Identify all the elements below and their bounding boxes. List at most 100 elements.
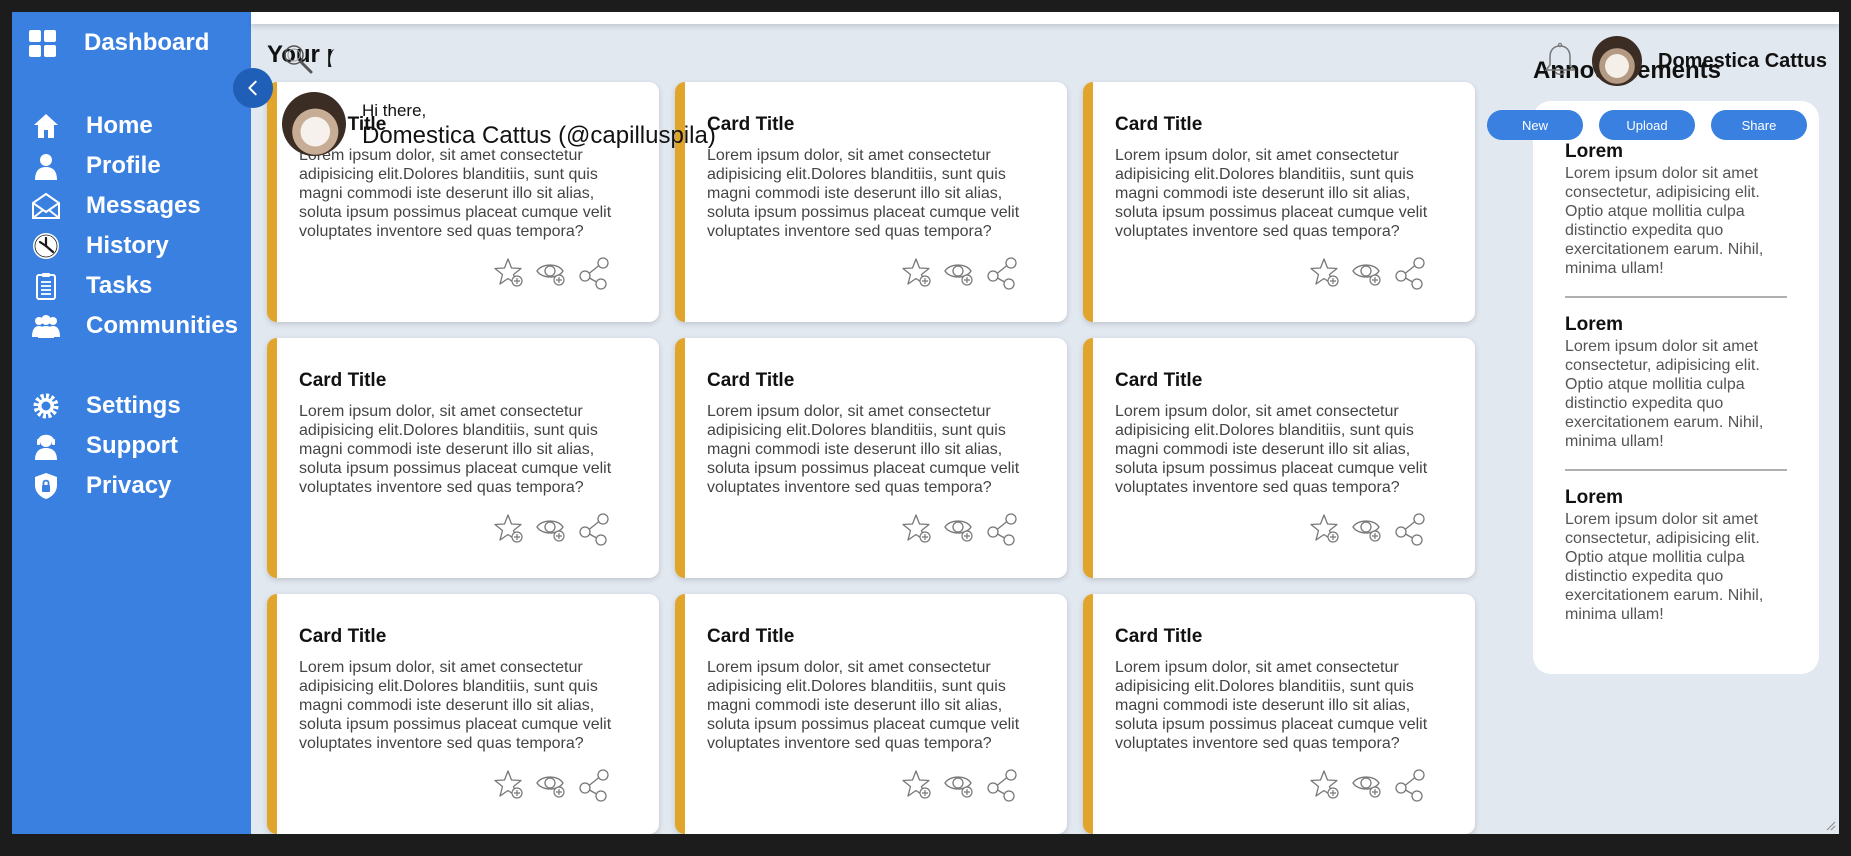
project-card[interactable]: Card Title Lorem ipsum dolor, sit amet co… — [675, 82, 1067, 322]
watch-add-icon[interactable] — [1351, 768, 1385, 802]
sidebar-collapse-button[interactable] — [233, 68, 273, 108]
announcement-item: Lorem Lorem ipsum dolor sit amet consect… — [1565, 141, 1787, 296]
card-body: Lorem ipsum dolor, sit amet consectetur … — [299, 147, 612, 240]
card-actions — [901, 768, 1019, 802]
announcement-body: Lorem ipsum dolor sit amet consectetur, … — [1565, 165, 1764, 277]
card-body: Lorem ipsum dolor, sit amet consectetur … — [299, 659, 612, 752]
star-add-icon[interactable] — [1309, 512, 1343, 546]
star-add-icon[interactable] — [901, 768, 935, 802]
card-title: Card Title — [1115, 626, 1203, 647]
header-username[interactable]: Domestica Cattus — [1658, 50, 1827, 73]
project-card[interactable]: Card Title Lorem ipsum dolor, sit amet co… — [1083, 82, 1475, 322]
search-icon[interactable] — [282, 43, 314, 75]
project-card[interactable]: Card Title Lorem ipsum dolor, sit amet co… — [675, 594, 1067, 834]
card-title: Card Title — [707, 370, 795, 391]
watch-add-icon[interactable] — [943, 256, 977, 290]
star-add-icon[interactable] — [493, 768, 527, 802]
card-actions — [493, 256, 611, 290]
new-button[interactable]: New — [1487, 110, 1583, 140]
watch-add-icon[interactable] — [535, 256, 569, 290]
star-add-icon[interactable] — [901, 256, 935, 290]
project-card[interactable]: Card Title Lorem ipsum dolor, sit amet co… — [1083, 594, 1475, 834]
sidebar-secondary-nav: Settings Support Privacy — [12, 386, 251, 506]
share-icon[interactable] — [1393, 512, 1427, 546]
announcement-title: Lorem — [1565, 314, 1624, 335]
sidebar-item-tasks[interactable]: Tasks — [12, 266, 251, 306]
share-icon[interactable] — [577, 256, 611, 290]
envelope-icon — [30, 190, 62, 222]
sidebar-item-support[interactable]: Support — [12, 426, 251, 466]
dashboard-grid-icon — [29, 29, 56, 57]
header-actions: New Upload Share — [1487, 110, 1807, 140]
announcement-title: Lorem — [1565, 141, 1624, 162]
card-actions — [901, 256, 1019, 290]
project-card[interactable]: Card Title Lorem ipsum dolor, sit amet co… — [267, 594, 659, 834]
watch-add-icon[interactable] — [535, 512, 569, 546]
project-card[interactable]: Card Title Lorem ipsum dolor, sit amet co… — [675, 338, 1067, 578]
card-actions — [1309, 256, 1427, 290]
card-title: Card Title — [707, 114, 795, 135]
star-add-icon[interactable] — [901, 512, 935, 546]
gear-icon — [30, 390, 62, 422]
sidebar-item-home[interactable]: Home — [12, 106, 251, 146]
home-icon — [30, 110, 62, 142]
card-actions — [1309, 768, 1427, 802]
card-title: Card Title — [707, 626, 795, 647]
sidebar-item-history[interactable]: History — [12, 226, 251, 266]
brand[interactable]: Dashboard — [12, 12, 251, 74]
chevron-left-icon — [248, 80, 257, 96]
share-icon[interactable] — [985, 256, 1019, 290]
project-card[interactable]: Card Title Lorem ipsum dolor, sit amet co… — [267, 338, 659, 578]
avatar[interactable] — [1592, 36, 1642, 86]
header: Domestica Cattus Hi there, Domestica Cat… — [251, 12, 1839, 156]
share-button[interactable]: Share — [1711, 110, 1807, 140]
card-body: Lorem ipsum dolor, sit amet consectetur … — [707, 147, 1020, 240]
card-title: Card Title — [1115, 370, 1203, 391]
card-body: Lorem ipsum dolor, sit amet consectetur … — [299, 403, 612, 496]
card-body: Lorem ipsum dolor, sit amet consectetur … — [707, 403, 1020, 496]
share-icon[interactable] — [1393, 256, 1427, 290]
sidebar-item-settings[interactable]: Settings — [12, 386, 251, 426]
announcements-section: Announcements Lorem Lorem ipsum dolor si… — [1533, 24, 1819, 834]
share-icon[interactable] — [577, 512, 611, 546]
main-area: Domestica Cattus Hi there, Domestica Cat… — [251, 12, 1839, 834]
star-add-icon[interactable] — [493, 256, 527, 290]
share-icon[interactable] — [577, 768, 611, 802]
sidebar-item-label: History — [86, 232, 169, 259]
watch-add-icon[interactable] — [943, 512, 977, 546]
share-icon[interactable] — [985, 768, 1019, 802]
bell-icon[interactable] — [1543, 42, 1577, 78]
search-input[interactable] — [330, 44, 882, 76]
greeting-avatar — [282, 92, 346, 156]
upload-button[interactable]: Upload — [1599, 110, 1695, 140]
card-title: Card Title — [299, 626, 387, 647]
star-add-icon[interactable] — [1309, 256, 1343, 290]
sidebar-item-communities[interactable]: Communities — [12, 306, 251, 346]
sidebar-item-label: Profile — [86, 152, 161, 179]
watch-add-icon[interactable] — [535, 768, 569, 802]
watch-add-icon[interactable] — [943, 768, 977, 802]
card-title: Card Title — [1115, 114, 1203, 135]
share-icon[interactable] — [1393, 768, 1427, 802]
star-add-icon[interactable] — [493, 512, 527, 546]
watch-add-icon[interactable] — [1351, 256, 1385, 290]
share-icon[interactable] — [985, 512, 1019, 546]
star-add-icon[interactable] — [1309, 768, 1343, 802]
sidebar-item-messages[interactable]: Messages — [12, 186, 251, 226]
greeting-name: Domestica Cattus (@capilluspila) — [362, 122, 716, 149]
sidebar-primary-nav: Home Profile Messages History Tasks Comm… — [12, 106, 251, 346]
group-icon — [30, 310, 62, 342]
announcement-body: Lorem ipsum dolor sit amet consectetur, … — [1565, 338, 1764, 450]
sidebar-item-label: Home — [86, 112, 153, 139]
sidebar-item-label: Privacy — [86, 472, 172, 499]
announcements-panel: Lorem Lorem ipsum dolor sit amet consect… — [1533, 101, 1819, 674]
resize-grip-icon[interactable] — [1826, 821, 1836, 831]
watch-add-icon[interactable] — [1351, 512, 1385, 546]
project-card[interactable]: Card Title Lorem ipsum dolor, sit amet co… — [1083, 338, 1475, 578]
clock-icon — [30, 230, 62, 262]
projects-grid: Card Title Lorem ipsum dolor, sit amet co… — [267, 82, 1483, 834]
headset-icon — [30, 430, 62, 462]
sidebar-item-profile[interactable]: Profile — [12, 146, 251, 186]
sidebar-item-privacy[interactable]: Privacy — [12, 466, 251, 506]
brand-label: Dashboard — [84, 29, 210, 56]
